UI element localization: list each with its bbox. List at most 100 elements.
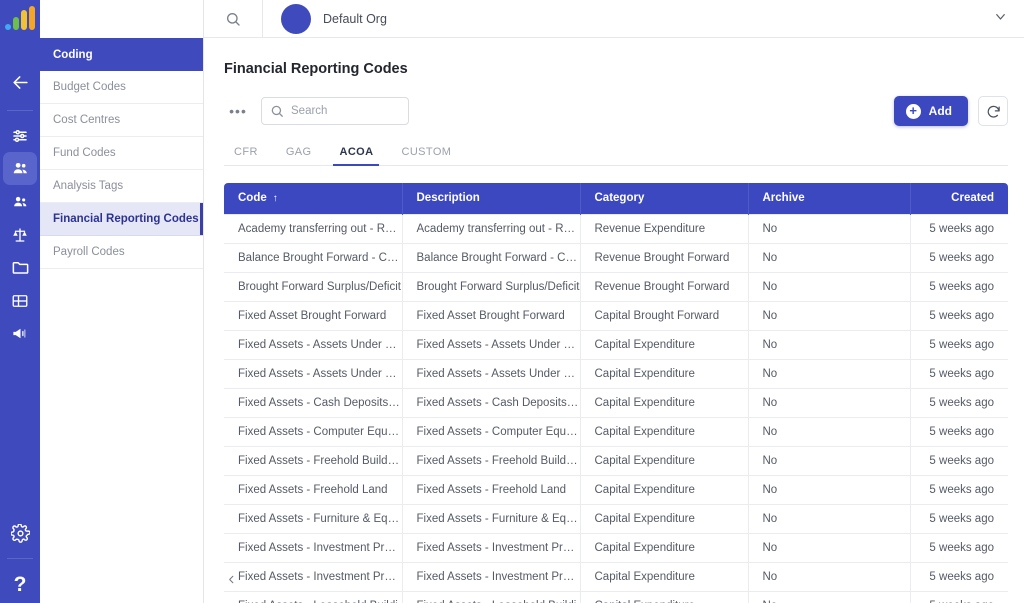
cell-description: Balance Brought Forward - Co... bbox=[402, 243, 581, 273]
sidebar-item-fund-codes[interactable]: Fund Codes bbox=[40, 137, 203, 170]
tab-custom[interactable]: CUSTOM bbox=[387, 146, 465, 165]
subnav-title: Coding bbox=[40, 38, 203, 71]
column-header-description[interactable]: Description bbox=[402, 183, 581, 214]
table-container: Code ↑ Description Category Archive Creat… bbox=[224, 183, 1008, 603]
cell-created: 5 weeks ago bbox=[910, 272, 1008, 302]
cell-archive: No bbox=[748, 504, 911, 534]
cell-category: Capital Brought Forward bbox=[580, 301, 749, 331]
table-head: Code ↑ Description Category Archive Creat… bbox=[224, 183, 1008, 214]
table-row[interactable]: Academy transferring out - Rev... Academy… bbox=[224, 213, 1008, 244]
search-input-wrapper[interactable] bbox=[261, 97, 409, 125]
cell-created: 5 weeks ago bbox=[910, 562, 1008, 592]
column-header-category[interactable]: Category bbox=[580, 183, 749, 214]
logo-bar-yellow bbox=[21, 10, 27, 30]
column-header-archive[interactable]: Archive bbox=[748, 183, 911, 214]
table-row[interactable]: Fixed Assets - Freehold Buildings Fixed A… bbox=[224, 446, 1008, 476]
table-row[interactable]: Fixed Assets - Leasehold BuildiFixed Ass… bbox=[224, 591, 1008, 603]
back-arrow-icon[interactable] bbox=[0, 62, 40, 102]
table-row[interactable]: Fixed Assets - Investment Prop... Fixed A… bbox=[224, 562, 1008, 592]
tab-acoa[interactable]: ACOA bbox=[325, 146, 387, 166]
app-root: ? Coding Budget Codes Cost Centres Fund … bbox=[0, 0, 1024, 603]
cell-archive: No bbox=[748, 591, 911, 603]
add-button-label: Add bbox=[928, 104, 952, 118]
refresh-icon[interactable] bbox=[978, 96, 1008, 126]
cell-code: Fixed Assets - Computer Equip... bbox=[224, 417, 403, 447]
sidebar-item-budget-codes[interactable]: Budget Codes bbox=[40, 71, 203, 104]
sidebar-item-analysis-tags[interactable]: Analysis Tags bbox=[40, 170, 203, 203]
cell-code: Fixed Assets - Investment Prop... bbox=[224, 562, 403, 592]
org-switcher[interactable]: Default Org bbox=[263, 3, 1024, 34]
table-row[interactable]: Fixed Assets - Computer Equip... Fixed As… bbox=[224, 417, 1008, 447]
cell-created: 5 weeks ago bbox=[910, 301, 1008, 331]
cell-code: Balance Brought Forward - Co... bbox=[224, 243, 403, 273]
tab-gag[interactable]: GAG bbox=[272, 146, 326, 165]
rail-bottom-group: ? bbox=[0, 517, 40, 603]
chevron-left-icon[interactable] bbox=[226, 571, 238, 587]
sidebar-item-cost-centres[interactable]: Cost Centres bbox=[40, 104, 203, 137]
rail-divider-bottom bbox=[7, 558, 33, 559]
megaphone-icon[interactable] bbox=[3, 317, 37, 350]
sliders-icon[interactable] bbox=[3, 119, 37, 152]
gear-icon[interactable] bbox=[3, 517, 37, 550]
table-icon[interactable] bbox=[3, 284, 37, 317]
cell-archive: No bbox=[748, 533, 911, 563]
sidebar-item-financial-reporting-codes[interactable]: Financial Reporting Codes bbox=[40, 203, 203, 236]
sidebar-item-payroll-codes[interactable]: Payroll Codes bbox=[40, 236, 203, 269]
cell-archive: No bbox=[748, 301, 911, 331]
table-row[interactable]: Fixed Assets - Furniture & Equi... Fixed … bbox=[224, 504, 1008, 534]
cell-category: Capital Expenditure bbox=[580, 417, 749, 447]
cell-archive: No bbox=[748, 359, 911, 389]
sidebar-item-label: Financial Reporting Codes bbox=[53, 213, 199, 225]
cell-category: Revenue Brought Forward bbox=[580, 272, 749, 302]
cell-code: Fixed Assets - Freehold Buildings bbox=[224, 446, 403, 476]
cell-archive: No bbox=[748, 272, 911, 302]
folder-icon[interactable] bbox=[3, 251, 37, 284]
tab-cfr[interactable]: CFR bbox=[224, 146, 272, 165]
cell-description: Fixed Assets - Freehold Buildings bbox=[402, 446, 581, 476]
sort-ascending-icon: ↑ bbox=[272, 193, 278, 205]
cell-category: Capital Expenditure bbox=[580, 330, 749, 360]
cell-category: Revenue Expenditure bbox=[580, 213, 749, 244]
search-icon bbox=[270, 104, 284, 118]
cell-archive: No bbox=[748, 417, 911, 447]
subnav-top-spacer bbox=[40, 0, 203, 38]
column-header-code[interactable]: Code ↑ bbox=[224, 183, 403, 214]
table-body: Academy transferring out - Rev... Academy… bbox=[224, 213, 1008, 603]
table-row[interactable]: Fixed Assets - Investment Prop... Fixed A… bbox=[224, 533, 1008, 563]
people-group-icon[interactable] bbox=[3, 152, 37, 185]
table-row[interactable]: Fixed Assets - Assets Under Co... Fixed A… bbox=[224, 359, 1008, 389]
cell-description: Fixed Assets - Computer Equip... bbox=[402, 417, 581, 447]
cell-archive: No bbox=[748, 562, 911, 592]
more-options-icon[interactable]: ••• bbox=[224, 97, 252, 125]
cell-code: Fixed Assets - Cash Deposits (f... bbox=[224, 388, 403, 418]
cell-category: Capital Expenditure bbox=[580, 446, 749, 476]
org-name: Default Org bbox=[323, 11, 387, 26]
top-bar: Default Org bbox=[204, 0, 1024, 38]
column-header-created[interactable]: Created bbox=[910, 183, 1008, 214]
table-row[interactable]: Fixed Assets - Cash Deposits (f... Fixed … bbox=[224, 388, 1008, 418]
chevron-down-icon[interactable] bbox=[993, 9, 1008, 29]
sidebar-item-label: Fund Codes bbox=[53, 147, 116, 159]
table-row[interactable]: Fixed Assets - Assets Under Co... Fixed A… bbox=[224, 330, 1008, 360]
rail-icon-list bbox=[3, 119, 37, 350]
table-row[interactable]: Fixed Assets - Freehold Land Fixed Assets… bbox=[224, 475, 1008, 505]
search-input[interactable] bbox=[291, 105, 400, 117]
app-logo[interactable] bbox=[0, 0, 40, 36]
table-row[interactable]: Fixed Asset Brought Forward Fixed Asset B… bbox=[224, 301, 1008, 331]
cell-created: 5 weeks ago bbox=[910, 504, 1008, 534]
users-icon[interactable] bbox=[3, 185, 37, 218]
add-button[interactable]: + Add bbox=[893, 96, 968, 126]
cell-archive: No bbox=[748, 446, 911, 476]
search-icon[interactable] bbox=[204, 11, 262, 27]
cell-description: Fixed Assets - Assets Under Co... bbox=[402, 330, 581, 360]
main-area: Default Org Financial Reporting Codes ••… bbox=[204, 0, 1024, 603]
cell-description: Fixed Asset Brought Forward bbox=[402, 301, 581, 331]
question-mark-icon[interactable]: ? bbox=[14, 567, 27, 603]
table-row[interactable]: Brought Forward Surplus/Deficit Brought F… bbox=[224, 272, 1008, 302]
scales-icon[interactable] bbox=[3, 218, 37, 251]
table-row[interactable]: Balance Brought Forward - Co... Balance B… bbox=[224, 243, 1008, 273]
cell-created: 5 weeks ago bbox=[910, 213, 1008, 244]
cell-category: Capital Expenditure bbox=[580, 359, 749, 389]
cell-description: Fixed Assets - Freehold Land bbox=[402, 475, 581, 505]
cell-archive: No bbox=[748, 388, 911, 418]
